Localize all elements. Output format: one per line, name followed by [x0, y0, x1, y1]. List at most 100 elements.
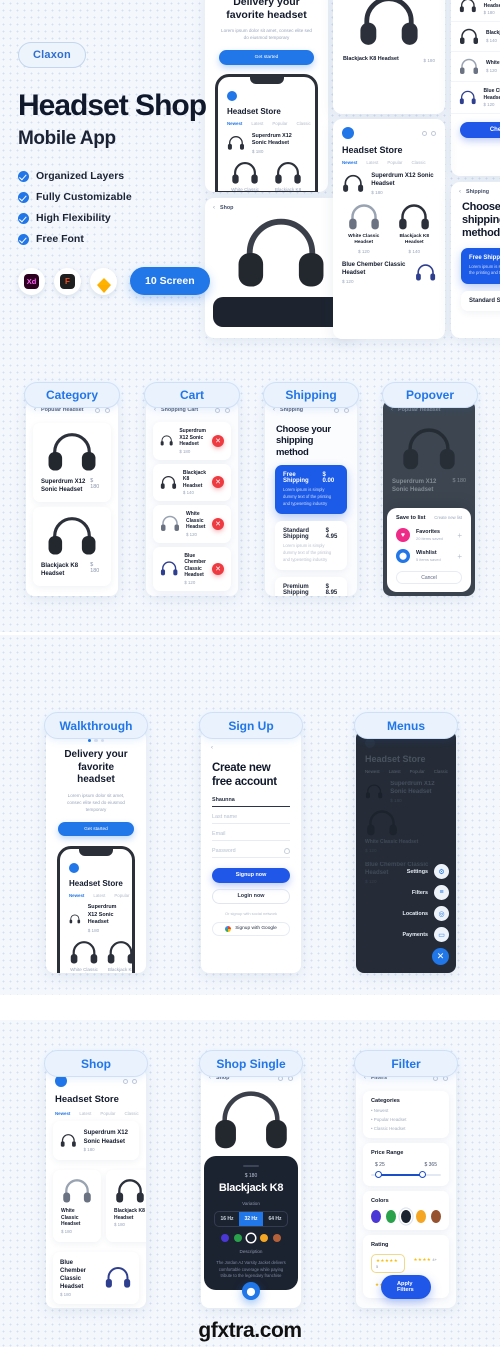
tab-popular[interactable]: Popular	[272, 121, 287, 126]
cancel-button[interactable]: Cancel	[396, 571, 462, 584]
color-swatch-brown[interactable]	[431, 1210, 441, 1223]
add-to-bag-button[interactable]: ⬤	[242, 1282, 260, 1300]
variation-32hz[interactable]: 32 Hz	[239, 1212, 263, 1226]
list-item[interactable]: Superdrum X12 Sonic Headset$ 180	[451, 0, 500, 22]
product-card[interactable]: White Classic Headset	[69, 940, 99, 973]
sliders-icon[interactable]: ≡	[434, 885, 449, 900]
bag-icon[interactable]	[132, 1078, 137, 1084]
first-name-field[interactable]: Shaunna	[212, 790, 290, 807]
price-slider[interactable]	[371, 1171, 441, 1179]
color-swatch-green[interactable]	[234, 1234, 242, 1242]
color-swatch-purple[interactable]	[221, 1234, 229, 1242]
search-icon[interactable]	[95, 407, 100, 413]
tab-classic[interactable]: Classic	[296, 121, 310, 126]
tab-newest[interactable]: Newest	[55, 1111, 70, 1116]
avatar[interactable]	[365, 738, 375, 748]
tab-popular[interactable]: Popular	[100, 1111, 115, 1116]
tab-classic[interactable]: Classic	[411, 160, 425, 165]
product-card[interactable]: White Classic Headset $ 180	[53, 1170, 101, 1242]
avatar[interactable]	[342, 127, 354, 139]
tab-latest[interactable]: Latest	[79, 1111, 91, 1116]
checkout-button[interactable]: Checkout	[460, 122, 500, 138]
slider-knob-min[interactable]	[375, 1171, 383, 1178]
bag-icon[interactable]	[225, 407, 230, 413]
list-item-wishlist[interactable]: ⬤ Wishlist 5 items saved +	[396, 549, 462, 563]
category-option[interactable]: • Classic Headset	[371, 1126, 441, 1131]
shipping-option-free[interactable]: Free Shipping Lorem ipsum is simply dumm…	[461, 247, 500, 284]
tab-popular[interactable]: Popular	[114, 893, 129, 898]
tab-latest[interactable]: Latest	[251, 121, 263, 126]
location-pin-icon[interactable]: ◎	[434, 906, 449, 921]
create-list-link[interactable]: Create new list	[434, 515, 462, 520]
back-icon[interactable]: ‹	[459, 189, 461, 195]
search-icon[interactable]	[334, 407, 339, 413]
variation-16hz[interactable]: 16 Hz	[215, 1212, 239, 1226]
shipping-option[interactable]: Standard Shipping $ 4.95 Lorem ipsum is …	[275, 521, 347, 571]
rating-option-5[interactable]: ★★★★★ 5	[371, 1254, 405, 1273]
remove-item-button[interactable]: ✕	[212, 517, 224, 530]
email-field[interactable]: Email	[212, 824, 290, 841]
product-card[interactable]: Blackjack K8 Headset	[106, 940, 132, 973]
login-button[interactable]: Login now	[212, 888, 290, 904]
menu-item-locations[interactable]: Locations ◎	[403, 906, 449, 921]
category-option[interactable]: • Popular Headset	[371, 1117, 441, 1122]
color-swatch-brown[interactable]	[273, 1234, 281, 1242]
bag-icon[interactable]	[344, 407, 349, 413]
list-item-favorites[interactable]: ♥ Favorites 20 items saved +	[396, 528, 462, 542]
card-icon[interactable]: ▭	[434, 927, 449, 942]
get-started-button[interactable]: Get started	[58, 822, 134, 837]
tab-latest[interactable]: Latest	[366, 160, 378, 165]
product-card[interactable]: White Classic Headset $ 120	[342, 203, 386, 254]
menu-item-filters[interactable]: Filters ≡	[412, 885, 449, 900]
menu-item-settings[interactable]: Settings ⚙	[407, 864, 449, 879]
color-swatch-orange[interactable]	[416, 1210, 426, 1223]
password-field[interactable]: Password	[212, 841, 290, 858]
gear-icon[interactable]: ⚙	[434, 864, 449, 879]
last-name-field[interactable]: Last name	[212, 807, 290, 824]
tab-newest[interactable]: Newest	[342, 160, 357, 165]
shipping-option[interactable]: Premium Shipping $ 8.95 Lorem ipsum is s…	[275, 577, 347, 596]
color-swatch-orange[interactable]	[260, 1234, 268, 1242]
avatar[interactable]	[69, 863, 79, 874]
drag-handle[interactable]	[243, 1165, 259, 1167]
add-icon[interactable]: +	[457, 552, 462, 561]
product-card[interactable]: Blackjack K8 Headset $ 180	[106, 1170, 146, 1242]
product-row[interactable]: Superdrum X12 Sonic Headset $ 180	[60, 898, 132, 933]
list-item[interactable]: White Classic Headset$ 120	[451, 52, 500, 82]
back-icon[interactable]: ‹	[211, 745, 213, 751]
category-card[interactable]: Superdrum X12 Sonic Headset $ 180	[33, 423, 111, 503]
google-signup-button[interactable]: Signup with Google	[212, 921, 290, 936]
category-card[interactable]: Blackjack K8 Headset $ 180	[33, 507, 111, 587]
product-row[interactable]: Superdrum X12 Sonic Headset $ 180	[333, 165, 445, 196]
product-card[interactable]: Blackjack K8 Headset	[270, 161, 306, 191]
product-card[interactable]: Blackjack K8 Headset $ 140	[393, 203, 437, 254]
signup-button[interactable]: Signup now	[212, 867, 290, 883]
apply-filters-button[interactable]: Apply Filters	[381, 1275, 431, 1299]
rating-option-4[interactable]: ★★★★ 4+	[410, 1254, 442, 1273]
category-option[interactable]: • Newest	[371, 1108, 441, 1113]
eye-icon[interactable]	[284, 847, 290, 854]
menu-item-payments[interactable]: Payments ▭	[403, 927, 449, 942]
slider-knob-max[interactable]	[418, 1171, 426, 1178]
remove-item-button[interactable]: ✕	[212, 476, 224, 489]
heart-icon[interactable]	[123, 1078, 128, 1084]
search-icon[interactable]	[215, 407, 220, 413]
shipping-option-standard[interactable]: Standard Shipping	[461, 291, 500, 311]
tab-latest[interactable]: Latest	[93, 893, 105, 898]
product-card[interactable]: Superdrum X12 Sonic Headset $ 180	[53, 1121, 139, 1160]
heart-icon[interactable]	[422, 130, 427, 136]
bag-icon[interactable]	[105, 407, 110, 413]
product-card[interactable]: Blue Chember Classic Headset $ 180	[53, 1251, 139, 1304]
color-swatch-black[interactable]	[247, 1234, 255, 1242]
get-started-button[interactable]: Get started	[219, 50, 314, 66]
list-item[interactable]: Blue Chember Classic Headset$ 120	[451, 82, 500, 114]
variation-64hz[interactable]: 64 Hz	[263, 1212, 287, 1226]
list-item[interactable]: Blackjack K8 Headset$ 140	[451, 22, 500, 52]
remove-item-button[interactable]: ✕	[212, 562, 224, 575]
tab-popular[interactable]: Popular	[387, 160, 402, 165]
color-swatch-purple[interactable]	[371, 1210, 381, 1223]
tab-newest[interactable]: Newest	[69, 893, 84, 898]
add-icon[interactable]: +	[457, 531, 462, 540]
bag-icon[interactable]	[431, 130, 436, 136]
tab-classic[interactable]: Classic	[124, 1111, 138, 1116]
